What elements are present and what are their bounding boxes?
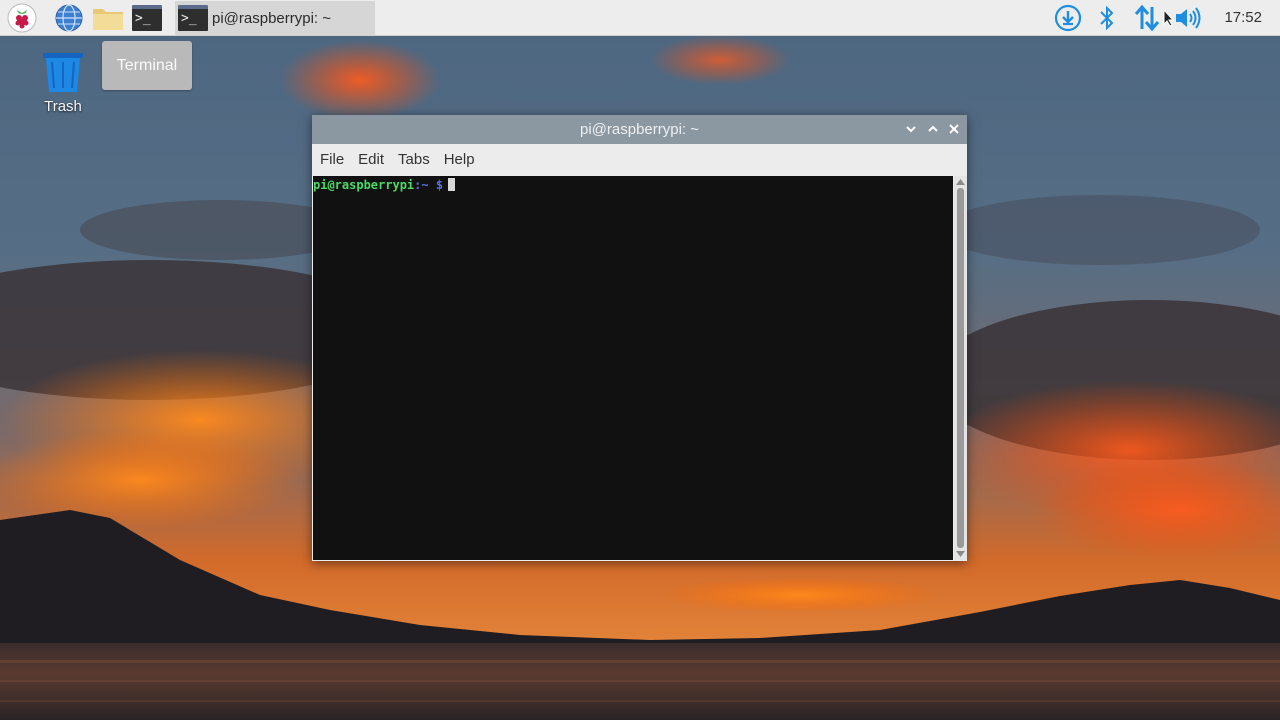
terminal-scrollbar[interactable]	[954, 176, 967, 560]
raspberry-menu-icon[interactable]	[6, 2, 38, 34]
menu-tabs[interactable]: Tabs	[391, 144, 437, 175]
prompt-path: ~	[421, 178, 429, 192]
web-browser-globe-icon[interactable]	[53, 2, 85, 34]
taskbar: >_ >_ pi@raspberrypi: ~ 17:52	[0, 0, 1280, 36]
desktop-trash[interactable]: Trash	[28, 48, 98, 115]
prompt-user-host: pi@raspberrypi	[313, 178, 415, 192]
trash-can-icon	[28, 48, 98, 94]
tooltip-terminal: Terminal	[102, 41, 192, 90]
menu-file[interactable]: File	[312, 144, 351, 175]
terminal-output[interactable]: pi@raspberrypi:~ $	[313, 176, 953, 560]
scroll-up-arrow-icon[interactable]	[954, 176, 967, 188]
maximize-icon[interactable]	[925, 121, 941, 137]
terminal-glyph: >_	[132, 5, 162, 31]
text-cursor	[448, 178, 456, 191]
prompt-symbol: $	[435, 178, 444, 192]
file-manager-folder-icon[interactable]	[92, 2, 124, 34]
terminal-glyph: >_	[178, 5, 208, 31]
network-arrows-icon[interactable]	[1132, 0, 1162, 36]
taskbar-task-terminal[interactable]: >_ pi@raspberrypi: ~	[175, 1, 375, 35]
minimize-icon[interactable]	[903, 121, 919, 137]
close-icon[interactable]	[946, 121, 962, 137]
terminal-icon[interactable]: >_	[131, 2, 163, 34]
shell-prompt: pi@raspberrypi:~ $	[313, 177, 456, 193]
bluetooth-icon[interactable]	[1094, 0, 1120, 36]
terminal-window: pi@raspberrypi: ~ File Edit Tabs Help pi…	[312, 115, 967, 561]
taskbar-clock[interactable]: 17:52	[1224, 0, 1262, 36]
terminal-icon: >_	[177, 2, 209, 34]
menu-edit[interactable]: Edit	[351, 144, 391, 175]
trash-label: Trash	[44, 98, 82, 115]
window-titlebar[interactable]: pi@raspberrypi: ~	[312, 115, 967, 144]
window-title: pi@raspberrypi: ~	[579, 121, 700, 138]
menubar: File Edit Tabs Help	[312, 144, 967, 175]
taskbar-task-label: pi@raspberrypi: ~	[212, 9, 332, 27]
menu-help[interactable]: Help	[437, 144, 482, 175]
scroll-down-arrow-icon[interactable]	[954, 548, 967, 560]
volume-icon[interactable]	[1172, 0, 1204, 36]
scrollbar-thumb[interactable]	[957, 188, 964, 548]
download-updates-icon[interactable]	[1052, 0, 1084, 36]
